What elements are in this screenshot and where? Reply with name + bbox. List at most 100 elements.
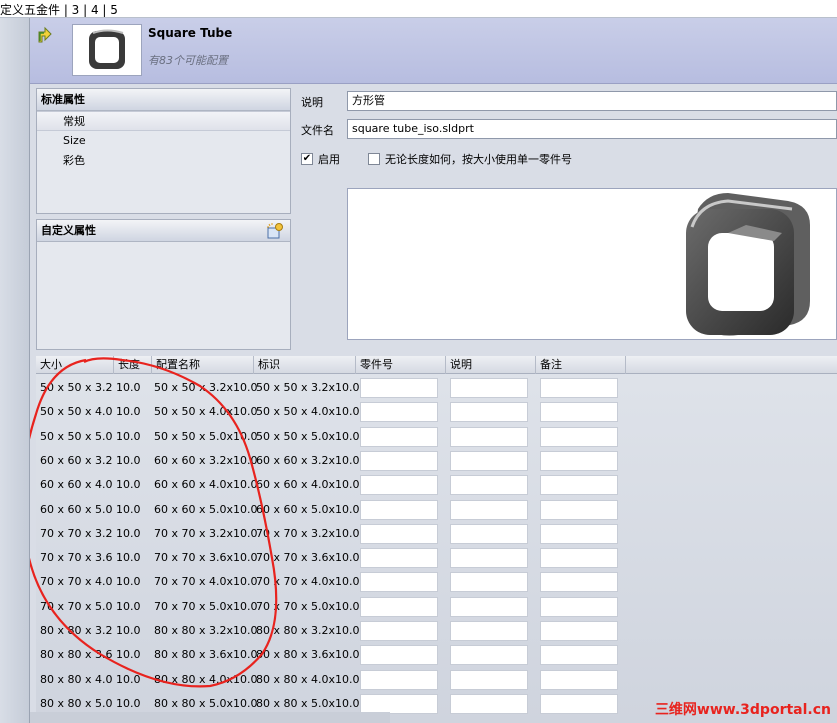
note-input[interactable] [540, 572, 618, 593]
length-cell: 10.0 [116, 672, 141, 686]
unique-part-number-checkbox[interactable] [368, 153, 380, 165]
description-label: 说明 [301, 96, 323, 109]
custom-properties-title: 自定义属性 [41, 224, 96, 237]
description-input[interactable] [450, 669, 528, 690]
part-number-input[interactable] [360, 621, 438, 641]
part-number-input[interactable] [360, 645, 438, 666]
status-bar [30, 712, 390, 723]
config-name-cell: 70 x 70 x 3.2x10.0 [154, 526, 258, 540]
config-name-cell: 80 x 80 x 5.0x10.0 [154, 696, 258, 710]
description-input[interactable] [450, 450, 528, 471]
table-row[interactable]: 70 x 70 x 4.0 10.0 70 x 70 x 4.0x10.0 70 x … [36, 570, 837, 594]
note-input[interactable] [540, 450, 618, 471]
description-input[interactable] [450, 572, 528, 593]
part-number-input[interactable] [360, 450, 438, 471]
description-input[interactable] [450, 621, 528, 641]
table-row[interactable]: 80 x 80 x 3.2 10.0 80 x 80 x 3.2x10.0 80 x … [36, 619, 837, 643]
note-input[interactable] [540, 548, 618, 569]
unique-part-number-option[interactable]: 无论长度如何，按大小使用单一零件号 [368, 151, 572, 167]
table-row[interactable]: 80 x 80 x 4.0 10.0 80 x 80 x 4.0x10.0 80 x … [36, 668, 837, 692]
table-row[interactable]: 70 x 70 x 3.2 10.0 70 x 70 x 3.2x10.0 70 x … [36, 522, 837, 546]
description-input[interactable] [450, 523, 528, 544]
length-cell: 10.0 [116, 502, 141, 516]
part-number-input[interactable] [360, 693, 438, 714]
prop-item-size[interactable]: Size [37, 131, 290, 151]
part-number-input[interactable] [360, 475, 438, 496]
description-input[interactable] [450, 548, 528, 569]
note-input[interactable] [540, 621, 618, 641]
description-input[interactable] [450, 499, 528, 520]
part-number-input[interactable] [360, 669, 438, 690]
description-input[interactable] [450, 402, 528, 423]
prop-item-color[interactable]: 彩色 [37, 151, 290, 171]
table-row[interactable]: 70 x 70 x 5.0 10.0 70 x 70 x 5.0x10.0 70 x … [36, 595, 837, 619]
tag-cell: 50 x 50 x 4.0x10.0 [256, 405, 360, 419]
enable-option[interactable]: ✔ 启用 [301, 151, 340, 167]
table-row[interactable]: 60 x 60 x 3.2 10.0 60 x 60 x 3.2x10.0 60 x … [36, 449, 837, 473]
size-cell: 80 x 80 x 4.0 [40, 672, 113, 686]
table-row[interactable]: 70 x 70 x 3.6 10.0 70 x 70 x 3.6x10.0 70 x … [36, 546, 837, 570]
back-arrow-icon[interactable] [36, 26, 52, 44]
table-row[interactable]: 50 x 50 x 4.0 10.0 50 x 50 x 4.0x10.0 50 x … [36, 400, 837, 424]
note-input[interactable] [540, 645, 618, 666]
note-input[interactable] [540, 523, 618, 544]
part-number-input[interactable] [360, 523, 438, 544]
description-input[interactable] [450, 645, 528, 666]
note-input[interactable] [540, 378, 618, 398]
add-property-icon[interactable] [266, 222, 284, 240]
config-name-cell: 80 x 80 x 3.6x10.0 [154, 648, 258, 662]
note-input[interactable] [540, 693, 618, 714]
description-input[interactable] [450, 475, 528, 496]
note-input[interactable] [540, 475, 618, 496]
description-input[interactable] [450, 596, 528, 617]
grid-header: 大小 长度 配置名称 标识 零件号 说明 备注 [36, 356, 837, 374]
description-input[interactable] [450, 378, 528, 398]
tag-cell: 80 x 80 x 3.2x10.0 [256, 624, 360, 637]
length-cell: 10.0 [116, 575, 141, 589]
note-input[interactable] [540, 426, 618, 447]
col-part-number[interactable]: 零件号 [356, 356, 446, 374]
table-row[interactable]: 60 x 60 x 5.0 10.0 60 x 60 x 5.0x10.0 60 x … [36, 498, 837, 522]
note-input[interactable] [540, 402, 618, 423]
table-row[interactable]: 60 x 60 x 4.0 10.0 60 x 60 x 4.0x10.0 60 x … [36, 473, 837, 497]
part-number-input[interactable] [360, 548, 438, 569]
tag-cell: 50 x 50 x 5.0x10.0 [256, 429, 360, 443]
prop-item-general[interactable]: 常规 [37, 111, 290, 131]
col-config-name[interactable]: 配置名称 [152, 356, 254, 374]
part-number-input[interactable] [360, 572, 438, 593]
length-cell: 10.0 [116, 624, 141, 637]
part-number-input[interactable] [360, 596, 438, 617]
size-cell: 50 x 50 x 4.0 [40, 405, 113, 419]
col-size[interactable]: 大小 [36, 356, 114, 374]
length-cell: 10.0 [116, 648, 141, 662]
part-number-input[interactable] [360, 402, 438, 423]
part-number-input[interactable] [360, 499, 438, 520]
filename-field[interactable]: square tube_iso.sldprt [347, 119, 837, 139]
col-length[interactable]: 长度 [114, 356, 152, 374]
size-cell: 80 x 80 x 5.0 [40, 696, 113, 710]
breadcrumb[interactable]: 定义五金件 | 3 | 4 | 5 [0, 1, 118, 18]
col-tag[interactable]: 标识 [254, 356, 356, 374]
size-cell: 80 x 80 x 3.6 [40, 648, 113, 662]
table-row[interactable]: 80 x 80 x 3.6 10.0 80 x 80 x 3.6x10.0 80 x … [36, 643, 837, 667]
enable-checkbox[interactable]: ✔ [301, 153, 313, 165]
table-row[interactable]: 50 x 50 x 3.2 10.0 50 x 50 x 3.2x10.0 50 x … [36, 376, 837, 400]
note-input[interactable] [540, 596, 618, 617]
unique-part-number-label: 无论长度如何，按大小使用单一零件号 [385, 153, 572, 166]
part-number-input[interactable] [360, 378, 438, 398]
part-number-input[interactable] [360, 426, 438, 447]
note-input[interactable] [540, 499, 618, 520]
config-name-cell: 60 x 60 x 3.2x10.0 [154, 453, 258, 467]
tag-cell: 80 x 80 x 3.6x10.0 [256, 648, 360, 662]
table-row[interactable]: 50 x 50 x 5.0 10.0 50 x 50 x 5.0x10.0 50 x … [36, 425, 837, 449]
size-cell: 60 x 60 x 3.2 [40, 453, 113, 467]
length-cell: 10.0 [116, 429, 141, 443]
description-field[interactable]: 方形管 [347, 91, 837, 111]
description-input[interactable] [450, 426, 528, 447]
description-input[interactable] [450, 693, 528, 714]
part-preview [347, 188, 837, 340]
config-name-cell: 70 x 70 x 3.6x10.0 [154, 551, 258, 565]
note-input[interactable] [540, 669, 618, 690]
col-note[interactable]: 备注 [536, 356, 626, 374]
col-description[interactable]: 说明 [446, 356, 536, 374]
